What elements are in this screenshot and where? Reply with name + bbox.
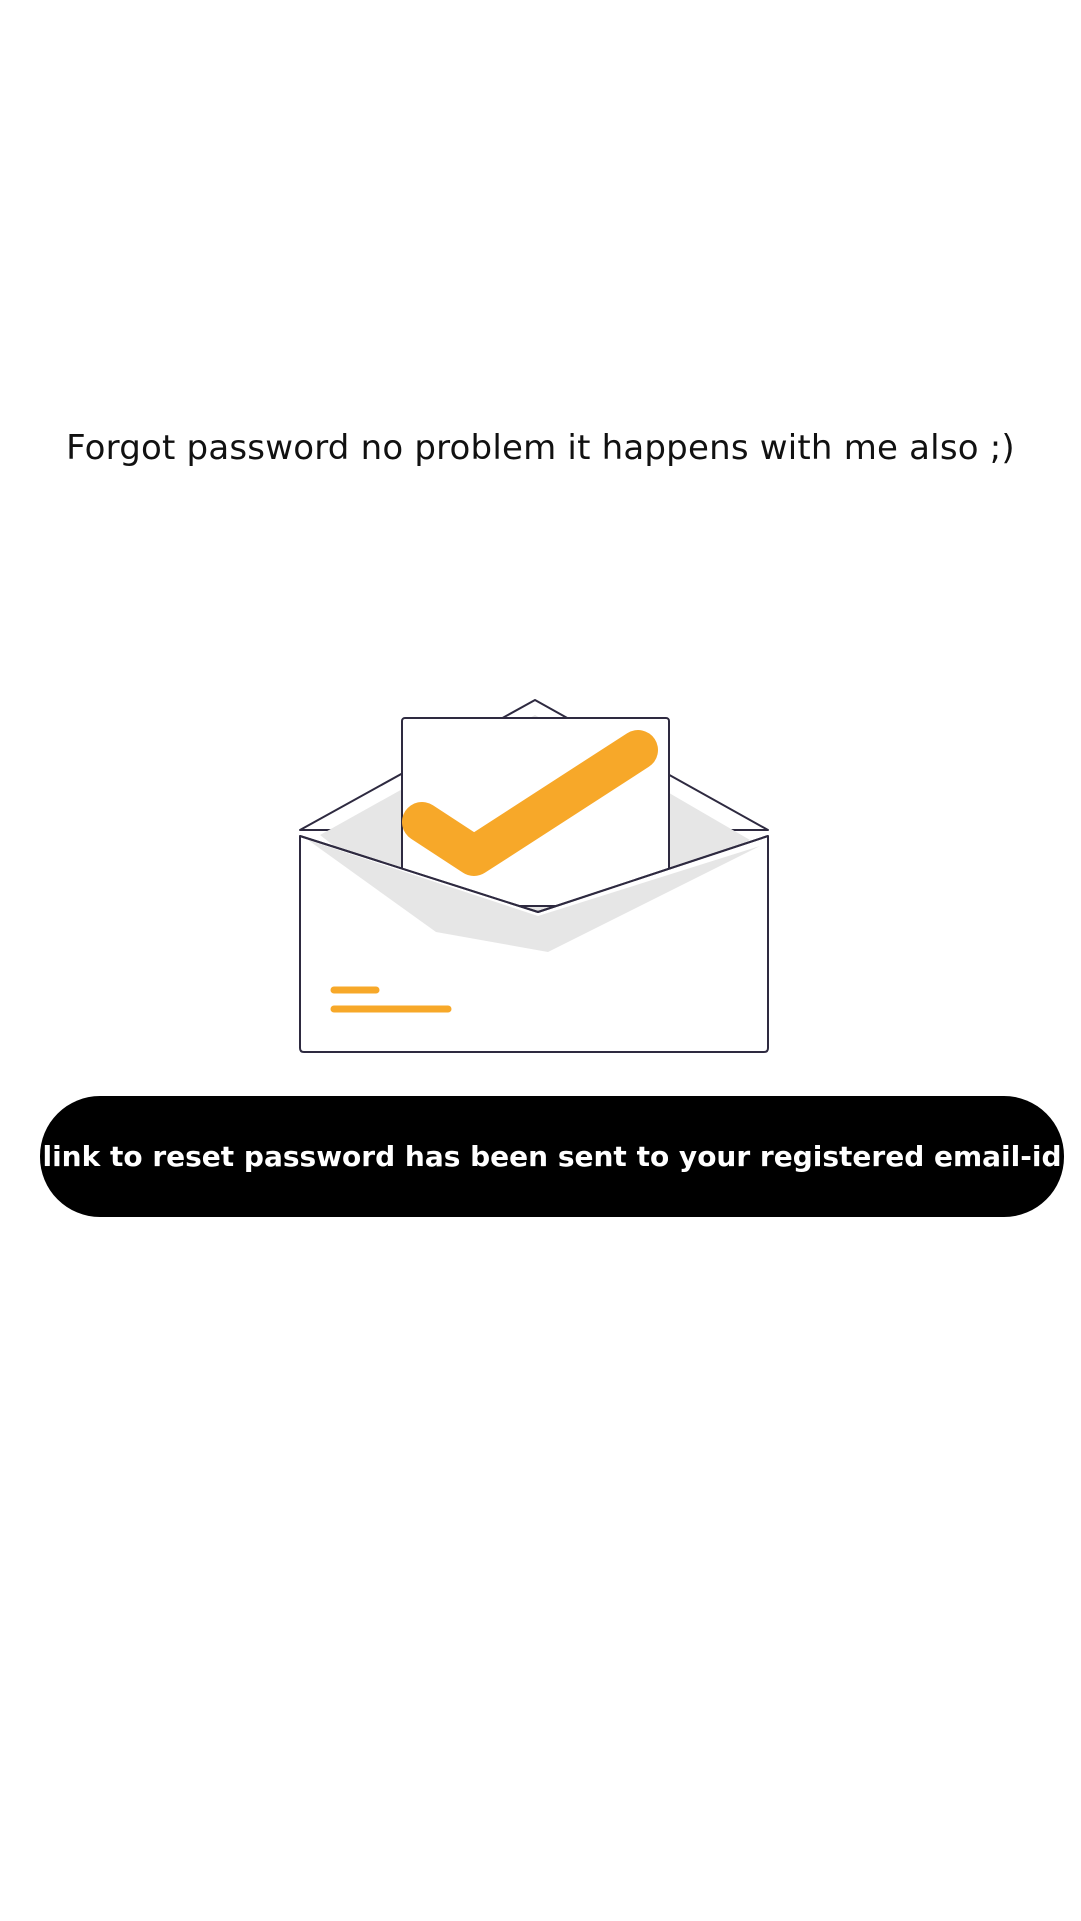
envelope-check-icon: [299, 699, 769, 1053]
reset-link-sent-banner: link to reset password has been sent to …: [40, 1096, 1064, 1217]
forgot-password-screen: Forgot password no problem it happens wi…: [0, 0, 1081, 1921]
page-heading: Forgot password no problem it happens wi…: [66, 428, 1015, 468]
reset-link-sent-message: link to reset password has been sent to …: [42, 1140, 1062, 1173]
